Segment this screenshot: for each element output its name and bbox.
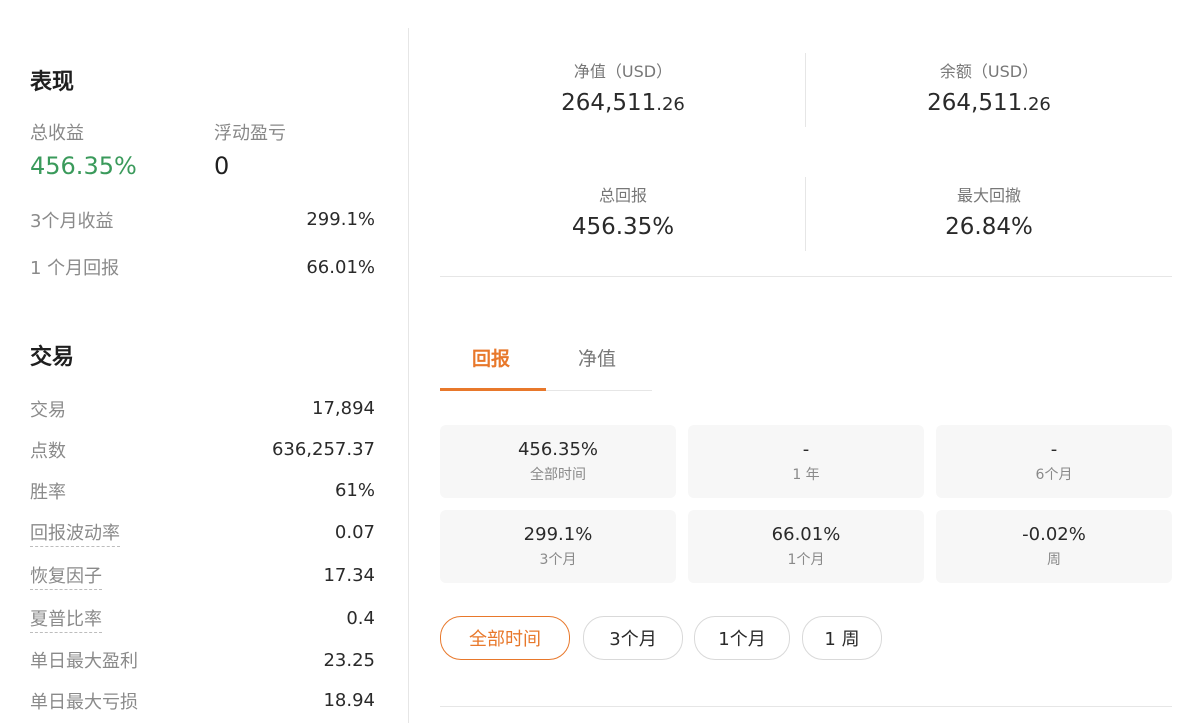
period-3m-button[interactable]: 3个月 [583,616,683,660]
max-drawdown-label: 最大回撤 [956,186,1021,205]
total-return-label: 总收益 [30,123,84,144]
max-drawdown-stat: 最大回撤 26.84% [806,182,1172,240]
performance-title: 表现 [30,70,75,95]
left-panel: 表现 总收益 456.35% 浮动盈亏 0 3个月收益 299.1% 1 个月回… [0,0,408,723]
equity-value: 264,511 [561,90,657,116]
one-month-return-label: 1 个月回报 [30,258,120,279]
period-1m-button[interactable]: 1个月 [694,616,790,660]
return-volatility-value: 0.07 [334,522,375,543]
return-card-value: - [1050,439,1058,460]
equity-cents: .26 [656,94,685,115]
return-card-value: 456.35% [517,439,599,460]
return-card-week: -0.02% 周 [936,510,1172,583]
tab-equity[interactable]: 净值 [578,344,616,371]
max-daily-profit-label: 单日最大盈利 [30,651,138,672]
tab-return[interactable]: 回报 [472,344,510,371]
return-card-1m: 66.01% 1个月 [688,510,924,583]
total-return-stat: 总回报 456.35% [440,182,806,240]
recovery-factor-value: 17.34 [323,565,375,586]
trades-value: 17,894 [312,398,375,419]
sharpe-ratio-label[interactable]: 夏普比率 [30,605,102,633]
return-card-label: 周 [1047,552,1061,568]
max-daily-loss-label: 单日最大亏损 [30,692,138,713]
balance-label: 余额（USD） [939,62,1039,81]
return-card-value: -0.02% [1022,524,1086,545]
recovery-factor-label[interactable]: 恢复因子 [30,562,102,590]
one-month-return-value: 66.01% [306,257,375,278]
bottom-divider [440,706,1172,707]
floating-pnl-label: 浮动盈亏 [214,123,286,144]
period-all-time-button[interactable]: 全部时间 [440,616,570,660]
equity-label: 净值（USD） [573,62,673,81]
return-card-value: 66.01% [771,524,841,545]
return-card-label: 6个月 [1035,467,1073,483]
total-return-value: 456.35% [30,152,137,180]
floating-pnl-value: 0 [214,152,230,180]
max-drawdown-value: 26.84% [945,214,1033,240]
period-1w-button[interactable]: 1 周 [802,616,882,660]
return-card-label: 3个月 [539,552,577,568]
trades-label: 交易 [30,400,66,421]
tab-active-indicator [440,388,546,391]
return-card-all-time: 456.35% 全部时间 [440,425,676,498]
return-volatility-label[interactable]: 回报波动率 [30,519,120,547]
win-rate-value: 61% [334,480,375,501]
equity-stat: 净值（USD） 264,511.26 [440,58,806,116]
win-rate-label: 胜率 [30,482,66,503]
return-card-3m: 299.1% 3个月 [440,510,676,583]
summary-divider [440,276,1172,277]
max-daily-loss-value: 18.94 [323,690,375,711]
balance-stat: 余额（USD） 264,511.26 [806,58,1172,116]
three-month-return-value: 299.1% [306,209,375,230]
trading-title: 交易 [30,345,75,370]
return-card-value: 299.1% [523,524,593,545]
return-card-6m: - 6个月 [936,425,1172,498]
balance-value: 264,511 [927,90,1023,116]
return-card-label: 1 年 [792,467,820,483]
return-card-value: - [802,439,810,460]
three-month-return-label: 3个月收益 [30,211,114,232]
sharpe-ratio-value: 0.4 [346,608,375,629]
summary-total-return-label: 总回报 [598,186,647,205]
panel-divider [408,28,409,723]
return-card-1y: - 1 年 [688,425,924,498]
right-panel: 净值（USD） 264,511.26 余额（USD） 264,511.26 总回… [440,0,1172,723]
summary-total-return-value: 456.35% [571,214,675,240]
balance-cents: .26 [1022,94,1051,115]
return-card-label: 全部时间 [530,467,586,483]
max-daily-profit-value: 23.25 [323,650,375,671]
points-value: 636,257.37 [271,439,375,460]
points-label: 点数 [30,441,66,462]
return-card-label: 1个月 [787,552,825,568]
